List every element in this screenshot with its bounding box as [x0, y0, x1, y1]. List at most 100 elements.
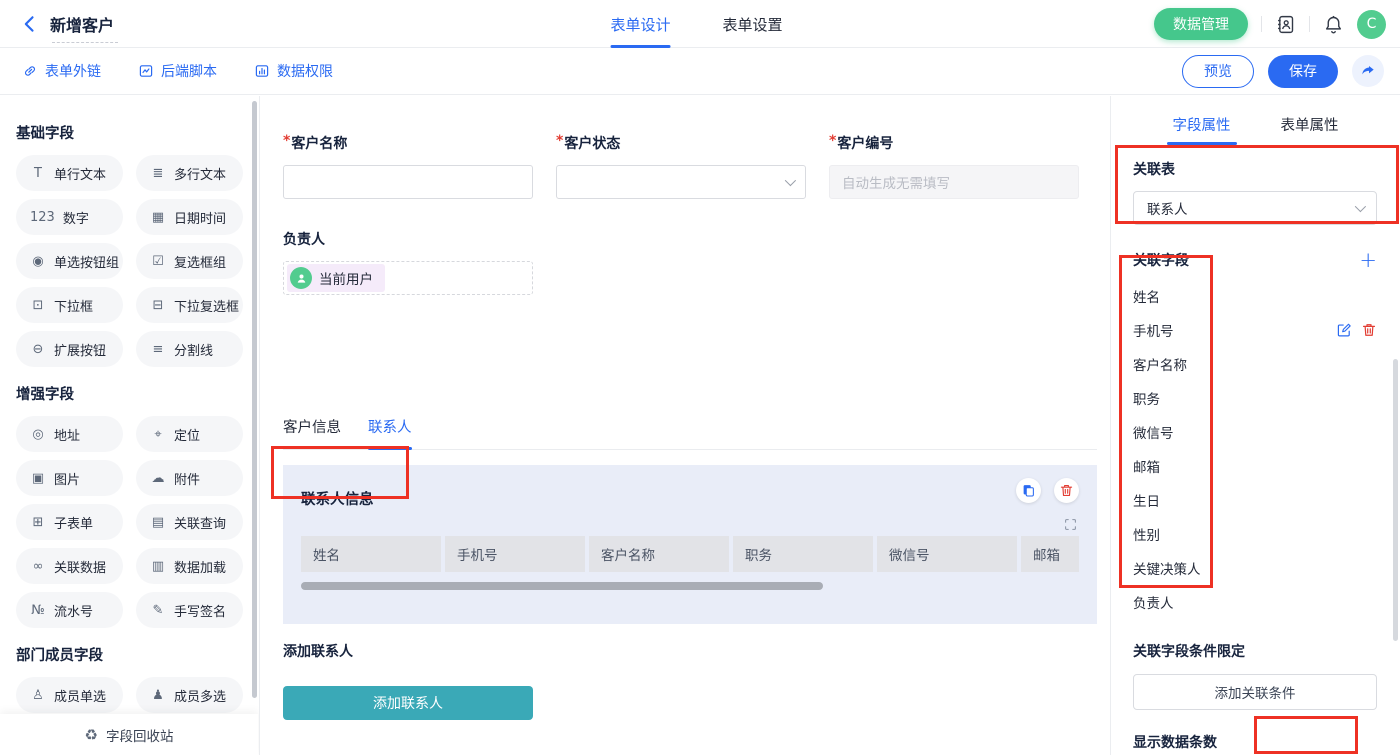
field-pill[interactable]: ◉ 单选按钮组: [16, 243, 123, 279]
field-pill[interactable]: ⊖ 扩展按钮: [16, 331, 123, 367]
field-pill[interactable]: ▣ 图片: [16, 460, 123, 496]
backend-script-link[interactable]: 后端脚本: [138, 61, 217, 81]
delete-subform-icon[interactable]: [1054, 478, 1079, 503]
field-recycle-bin[interactable]: ♻ 字段回收站: [0, 714, 258, 755]
contact-subform-section[interactable]: 联系人信息 姓名 手机号 客户名称 职务: [283, 465, 1097, 624]
tab-form-settings[interactable]: 表单设置: [723, 0, 783, 48]
panel-scrollbar[interactable]: [1393, 359, 1398, 641]
field-pill[interactable]: ☁ 附件: [136, 460, 243, 496]
save-button[interactable]: 保存: [1268, 55, 1338, 88]
field-type-icon: ⊡: [30, 298, 46, 313]
field-pill[interactable]: ⊟ 下拉复选框: [136, 287, 243, 323]
related-field-item[interactable]: 生日: [1133, 483, 1377, 517]
duplicate-icon[interactable]: [1016, 478, 1041, 503]
sidebar-section-basic: 基础字段 T 单行文本 ≣ 多行文本 123 数字: [16, 122, 243, 367]
field-type-icon: ♙: [30, 688, 46, 703]
field-pill[interactable]: 123 数字: [16, 199, 123, 235]
customer-name-input[interactable]: [283, 165, 533, 199]
subform-column-header[interactable]: 姓名: [301, 536, 441, 572]
horizontal-scrollbar[interactable]: [301, 582, 823, 590]
sidebar-scrollbar[interactable]: [252, 101, 257, 698]
tab-form-design[interactable]: 表单设计: [611, 0, 671, 48]
related-field-item[interactable]: 负责人: [1133, 585, 1377, 619]
field-customer-no[interactable]: *客户编号 自动生成无需填写: [829, 133, 1079, 199]
field-pill[interactable]: ♙ 成员单选: [16, 677, 123, 713]
divider: [1309, 16, 1310, 32]
related-field-item[interactable]: 客户名称: [1133, 347, 1377, 381]
field-pill[interactable]: T 单行文本: [16, 155, 123, 191]
field-pill[interactable]: ≣ 多行文本: [136, 155, 243, 191]
related-fields-label: 关联字段: [1133, 250, 1189, 270]
edit-icon[interactable]: [1336, 322, 1352, 338]
customer-status-select[interactable]: [556, 165, 806, 199]
related-field-item[interactable]: 微信号: [1133, 415, 1377, 449]
field-pill[interactable]: ▤ 关联查询: [136, 504, 243, 540]
add-contact-field[interactable]: 添加联系人 添加联系人: [283, 641, 1097, 720]
field-type-icon: ☁: [150, 471, 166, 486]
field-library-sidebar: 基础字段 T 单行文本 ≣ 多行文本 123 数字: [0, 96, 260, 755]
field-pill[interactable]: ⌖ 定位: [136, 416, 243, 452]
preview-button[interactable]: 预览: [1182, 55, 1254, 88]
subform-title: 联系人信息: [301, 482, 1079, 509]
field-type-icon: №: [30, 603, 46, 618]
share-button[interactable]: [1352, 55, 1384, 87]
customer-no-input: 自动生成无需填写: [829, 165, 1079, 199]
subform-column-header[interactable]: 手机号: [445, 536, 585, 572]
field-owner[interactable]: 负责人 当前用户: [283, 229, 1097, 295]
field-pill[interactable]: ⊞ 子表单: [16, 504, 123, 540]
back-button[interactable]: [20, 14, 40, 34]
related-field-item[interactable]: 手机号: [1133, 313, 1377, 347]
subform-column-header[interactable]: 职务: [733, 536, 873, 572]
expand-icon[interactable]: [1063, 517, 1078, 532]
sidebar-section-enhanced: 增强字段 ◎ 地址 ⌖ 定位 ▣ 图片: [16, 383, 243, 628]
subform-column-header[interactable]: 客户名称: [589, 536, 729, 572]
required-asterisk: *: [283, 133, 290, 153]
field-type-icon: T: [30, 166, 46, 181]
field-pill[interactable]: ✎ 手写签名: [136, 592, 243, 628]
field-pill[interactable]: ⊡ 下拉框: [16, 287, 123, 323]
owner-member-box[interactable]: 当前用户: [283, 261, 533, 295]
current-user-tag[interactable]: 当前用户: [287, 264, 385, 292]
field-type-icon: ✎: [150, 603, 166, 618]
field-pill[interactable]: ◎ 地址: [16, 416, 123, 452]
add-contact-button[interactable]: 添加联系人: [283, 686, 533, 720]
delete-icon[interactable]: [1361, 322, 1377, 338]
field-customer-status[interactable]: *客户状态: [556, 133, 806, 199]
related-field-item[interactable]: 姓名: [1133, 279, 1377, 313]
related-field-item[interactable]: 职务: [1133, 381, 1377, 415]
data-manage-button[interactable]: 数据管理: [1154, 8, 1248, 40]
field-pill[interactable]: ▥ 数据加载: [136, 548, 243, 584]
add-field-icon[interactable]: +: [1359, 251, 1377, 269]
tab-contacts[interactable]: 联系人: [368, 416, 412, 449]
field-type-icon: ▤: [150, 515, 166, 530]
related-table-select[interactable]: 联系人: [1133, 191, 1377, 225]
data-permission-link[interactable]: 数据权限: [254, 61, 333, 81]
form-external-link[interactable]: 表单外链: [22, 61, 101, 81]
canvas-tabs: 客户信息 联系人: [283, 416, 1097, 450]
field-pill[interactable]: ▦ 日期时间: [136, 199, 243, 235]
field-pill[interactable]: ☑ 复选框组: [136, 243, 243, 279]
address-book-icon[interactable]: [1275, 14, 1296, 35]
field-type-icon: ♟: [150, 688, 166, 703]
notification-bell-icon[interactable]: [1323, 14, 1344, 35]
user-avatar[interactable]: C: [1357, 10, 1386, 39]
field-type-icon: ◎: [30, 427, 46, 442]
field-pill[interactable]: ∞ 关联数据: [16, 548, 123, 584]
subform-column-header[interactable]: 微信号: [877, 536, 1017, 572]
tab-customer-info[interactable]: 客户信息: [283, 416, 341, 449]
field-type-icon: ⊟: [150, 298, 166, 313]
field-type-icon: ⊞: [30, 515, 46, 530]
tab-field-properties[interactable]: 字段属性: [1173, 114, 1231, 145]
related-field-item[interactable]: 邮箱: [1133, 449, 1377, 483]
field-customer-name[interactable]: *客户名称: [283, 133, 533, 199]
add-condition-button[interactable]: 添加关联条件: [1133, 674, 1377, 710]
tab-form-properties[interactable]: 表单属性: [1281, 114, 1339, 145]
field-pill[interactable]: № 流水号: [16, 592, 123, 628]
related-field-item[interactable]: 关键决策人: [1133, 551, 1377, 585]
chevron-down-icon: [785, 175, 796, 186]
field-pill[interactable]: ♟ 成员多选: [136, 677, 243, 713]
related-field-item[interactable]: 性别: [1133, 517, 1377, 551]
field-type-icon: ▣: [30, 471, 46, 486]
field-pill[interactable]: ≡ 分割线: [136, 331, 243, 367]
subform-column-header[interactable]: 邮箱: [1021, 536, 1079, 572]
